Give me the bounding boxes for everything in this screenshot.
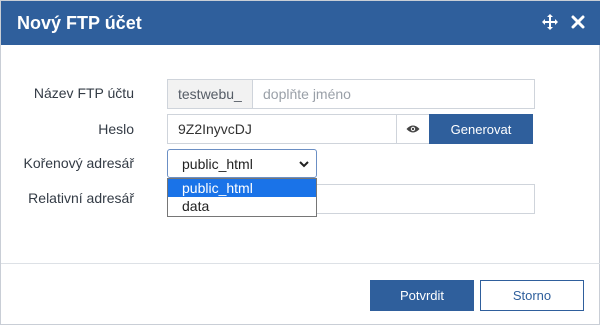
close-icon[interactable]	[565, 9, 591, 35]
root-directory-label: Kořenový adresář	[23, 155, 134, 171]
dialog-title: Nový FTP účet	[17, 13, 142, 33]
account-name-input[interactable]: doplňte jméno	[252, 79, 535, 109]
new-ftp-account-dialog: Nový FTP účet Název FTP účtu testwebu_ d…	[0, 0, 600, 325]
dialog-titlebar[interactable]: Nový FTP účet	[1, 1, 600, 45]
show-password-button[interactable]	[396, 114, 430, 144]
move-arrows-icon[interactable]	[537, 9, 563, 35]
password-label: Heslo	[98, 121, 134, 137]
account-name-label: Název FTP účtu	[33, 85, 134, 101]
account-name-prefix: testwebu_	[167, 79, 253, 109]
dropdown-option-public-html[interactable]: public_html	[168, 179, 316, 197]
root-directory-dropdown: public_html data	[167, 178, 317, 217]
cancel-button[interactable]: Storno	[480, 280, 584, 311]
generate-password-button[interactable]: Generovat	[429, 114, 533, 144]
relative-directory-label: Relativní adresář	[28, 190, 134, 206]
footer-divider	[1, 263, 600, 264]
eye-icon	[406, 121, 420, 137]
confirm-button[interactable]: Potvrdit	[370, 280, 474, 311]
dropdown-option-data[interactable]: data	[168, 197, 316, 215]
root-directory-select[interactable]: public_html	[167, 149, 317, 178]
password-input[interactable]: 9Z2InyvcDJ	[167, 114, 397, 144]
root-directory-selected-value: public_html	[182, 155, 253, 172]
chevron-down-icon	[298, 157, 310, 173]
